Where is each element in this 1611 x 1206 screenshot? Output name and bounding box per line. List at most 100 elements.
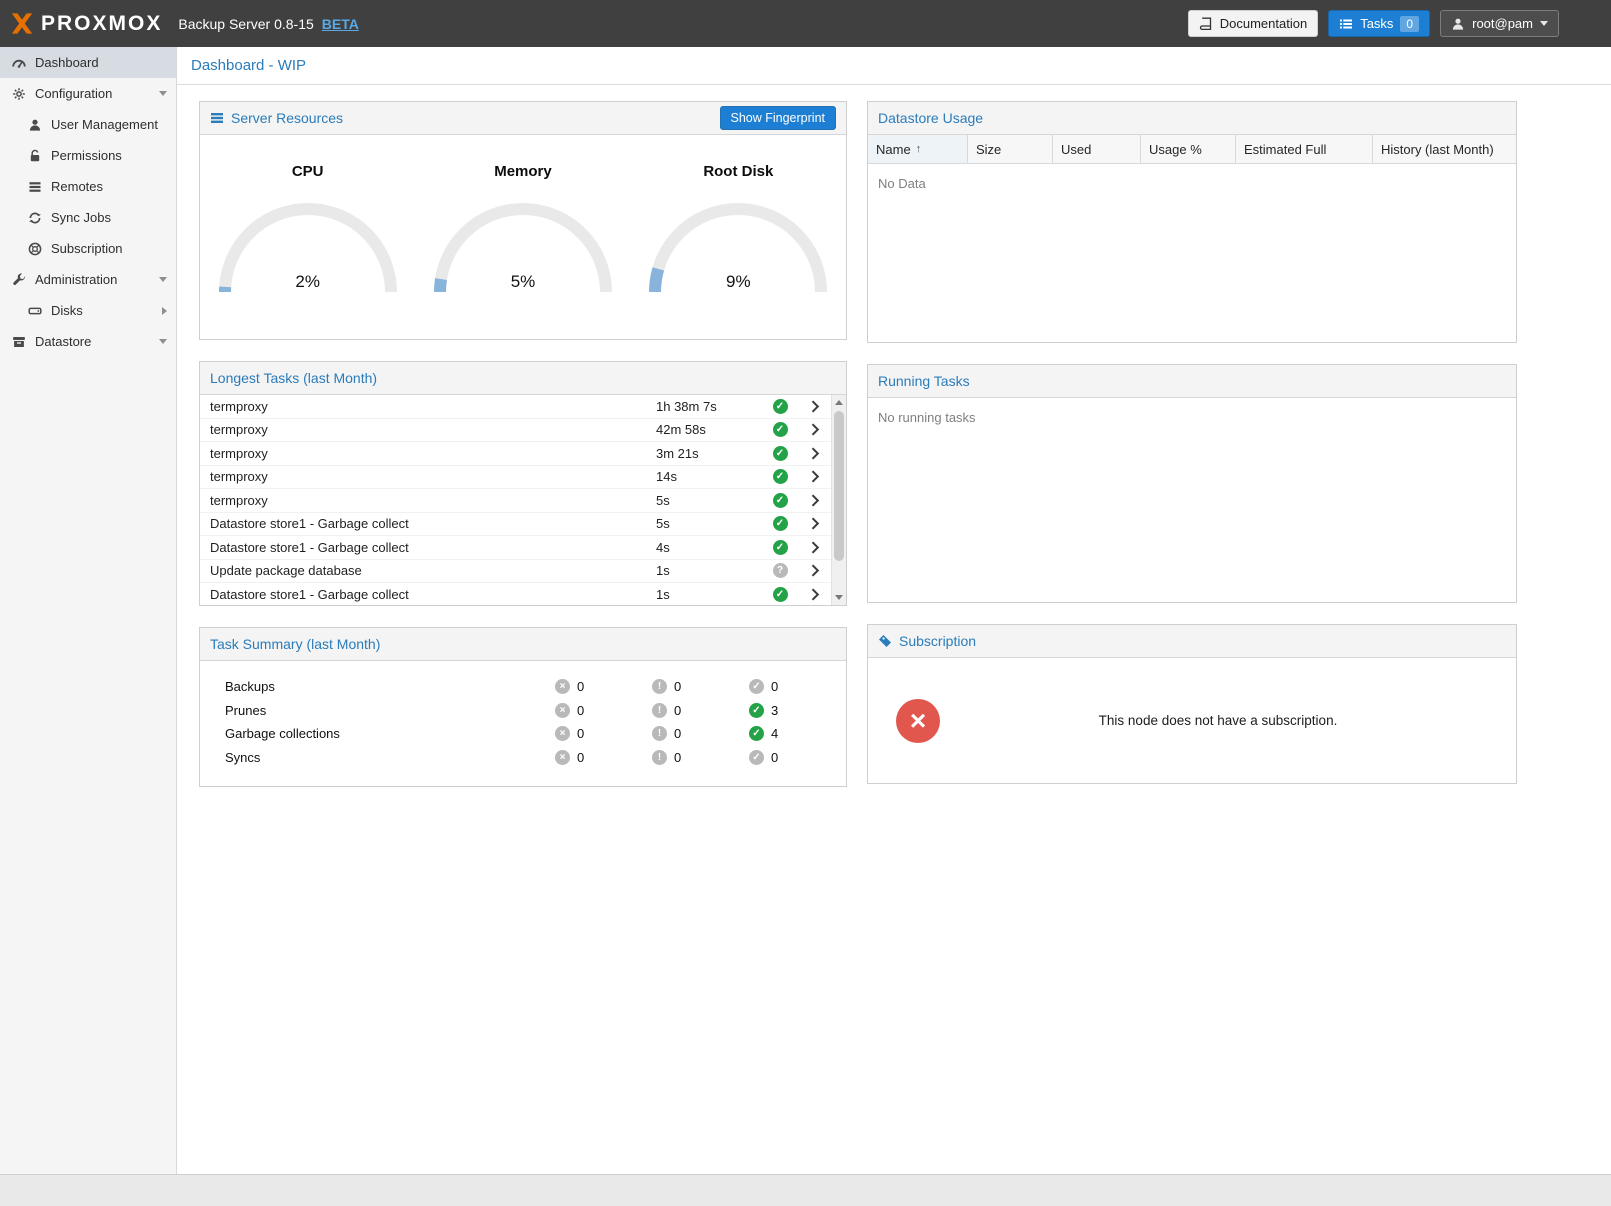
task-name: Update package database <box>210 563 656 578</box>
beta-link[interactable]: BETA <box>322 16 359 32</box>
task-summary-cell: ×0 <box>555 750 652 765</box>
status-ok-icon: ✓ <box>773 587 788 602</box>
task-status: ✓ <box>761 446 799 461</box>
task-status: ✓ <box>761 469 799 484</box>
sort-ascending-icon: ↑ <box>916 143 922 155</box>
tasks-button[interactable]: Tasks 0 <box>1328 10 1430 37</box>
user-menu-button[interactable]: root@pam <box>1440 10 1559 37</box>
column-label: Used <box>1061 142 1091 157</box>
open-task-icon[interactable] <box>799 400 831 413</box>
datastore-usage-panel: Datastore Usage Name↑SizeUsedUsage %Esti… <box>867 101 1517 343</box>
topbar: PROXMOX Backup Server 0.8-15 BETA Docume… <box>0 0 1611 47</box>
status-ok-icon: ✓ <box>773 446 788 461</box>
scroll-up-icon[interactable] <box>832 395 846 410</box>
scrollbar[interactable] <box>831 395 846 605</box>
chevron-down-icon <box>1540 21 1548 26</box>
bottom-scrollbar[interactable] <box>0 1174 1611 1206</box>
panel-title: Server Resources <box>231 110 343 126</box>
memory-gauge-chart: 5% <box>433 202 613 298</box>
error-circle-icon: × <box>555 750 570 765</box>
task-status: ✓ <box>761 399 799 414</box>
chevron-right-icon <box>162 307 167 315</box>
chevron-down-icon <box>159 339 167 344</box>
task-summary-cell: ×0 <box>555 703 652 718</box>
gauge-memory: Memory 5% <box>415 163 630 339</box>
task-name: Datastore store1 - Garbage collect <box>210 540 656 555</box>
list-icon <box>28 180 42 194</box>
task-row[interactable]: termproxy14s✓ <box>200 466 831 490</box>
open-task-icon[interactable] <box>799 494 831 507</box>
task-row[interactable]: Datastore store1 - Garbage collect5s✓ <box>200 513 831 537</box>
task-row[interactable]: termproxy42m 58s✓ <box>200 419 831 443</box>
sidebar-item-remotes[interactable]: Remotes <box>0 171 176 202</box>
open-task-icon[interactable] <box>799 447 831 460</box>
column-header-usage-[interactable]: Usage % <box>1141 135 1236 163</box>
open-task-icon[interactable] <box>799 517 831 530</box>
column-header-size[interactable]: Size <box>968 135 1053 163</box>
ok-circle-icon: ✓ <box>749 726 764 741</box>
sidebar-label: Subscription <box>51 241 123 256</box>
wrench-icon <box>12 273 26 287</box>
task-summary-row: Garbage collections×0!0✓4 <box>225 722 846 746</box>
documentation-button[interactable]: Documentation <box>1188 10 1318 37</box>
sidebar-label: Datastore <box>35 334 91 349</box>
proxmox-x-icon <box>10 13 34 34</box>
no-data-text: No Data <box>868 164 1516 203</box>
open-task-icon[interactable] <box>799 541 831 554</box>
column-label: Usage % <box>1149 142 1202 157</box>
sidebar-item-user-management[interactable]: User Management <box>0 109 176 140</box>
sidebar-item-administration[interactable]: Administration <box>0 264 176 295</box>
longest-tasks-header: Longest Tasks (last Month) <box>200 362 846 395</box>
cpu-gauge-chart: 2% <box>218 202 398 298</box>
task-summary-cell: ×0 <box>555 679 652 694</box>
task-duration: 14s <box>656 469 761 484</box>
task-status: ✓ <box>761 422 799 437</box>
logo-text: PROXMOX <box>41 12 162 36</box>
column-label: Name <box>876 142 911 157</box>
sidebar-item-subscription[interactable]: Subscription <box>0 233 176 264</box>
column-label: History (last Month) <box>1381 142 1494 157</box>
ok-circle-icon: ✓ <box>749 703 764 718</box>
scrollbar-thumb[interactable] <box>834 411 844 561</box>
task-status: ✓ <box>761 516 799 531</box>
root-disk-gauge-chart: 9% <box>648 202 828 298</box>
sidebar-item-dashboard[interactable]: Dashboard <box>0 47 176 78</box>
topbar-actions: Documentation Tasks 0 root@pam <box>1188 10 1559 37</box>
task-summary-cell: ✓0 <box>749 750 846 765</box>
column-header-used[interactable]: Used <box>1053 135 1141 163</box>
task-summary-cell: !0 <box>652 703 749 718</box>
task-row[interactable]: termproxy1h 38m 7s✓ <box>200 395 831 419</box>
open-task-icon[interactable] <box>799 564 831 577</box>
task-row[interactable]: Datastore store1 - Garbage collect1s✓ <box>200 583 831 605</box>
open-task-icon[interactable] <box>799 470 831 483</box>
count-value: 0 <box>674 679 681 694</box>
count-value: 0 <box>771 679 778 694</box>
task-row[interactable]: termproxy5s✓ <box>200 489 831 513</box>
sidebar-item-disks[interactable]: Disks <box>0 295 176 326</box>
column-header-history-last-month-[interactable]: History (last Month) <box>1373 135 1516 163</box>
task-row[interactable]: termproxy3m 21s✓ <box>200 442 831 466</box>
sidebar-item-permissions[interactable]: Permissions <box>0 140 176 171</box>
column-header-estimated-full[interactable]: Estimated Full <box>1236 135 1373 163</box>
scroll-down-icon[interactable] <box>832 590 846 605</box>
sidebar-item-sync-jobs[interactable]: Sync Jobs <box>0 202 176 233</box>
column-label: Size <box>976 142 1001 157</box>
gauge-value: 2% <box>218 272 398 292</box>
sidebar-label: Administration <box>35 272 117 287</box>
task-status: ✓ <box>761 540 799 555</box>
open-task-icon[interactable] <box>799 423 831 436</box>
task-row[interactable]: Update package database1s? <box>200 560 831 584</box>
task-summary-row: Prunes×0!0✓3 <box>225 699 846 723</box>
sidebar-item-configuration[interactable]: Configuration <box>0 78 176 109</box>
task-summary-cell: !0 <box>652 679 749 694</box>
open-task-icon[interactable] <box>799 588 831 601</box>
task-name: termproxy <box>210 469 656 484</box>
task-summary-header: Task Summary (last Month) <box>200 628 846 661</box>
task-row[interactable]: Datastore store1 - Garbage collect4s✓ <box>200 536 831 560</box>
task-name: termproxy <box>210 493 656 508</box>
sidebar-item-datastore[interactable]: Datastore <box>0 326 176 357</box>
show-fingerprint-button[interactable]: Show Fingerprint <box>720 106 837 130</box>
sidebar-label: User Management <box>51 117 158 132</box>
sidebar: Dashboard Configuration User Management <box>0 47 177 1174</box>
column-header-name[interactable]: Name ↑ <box>868 135 968 163</box>
